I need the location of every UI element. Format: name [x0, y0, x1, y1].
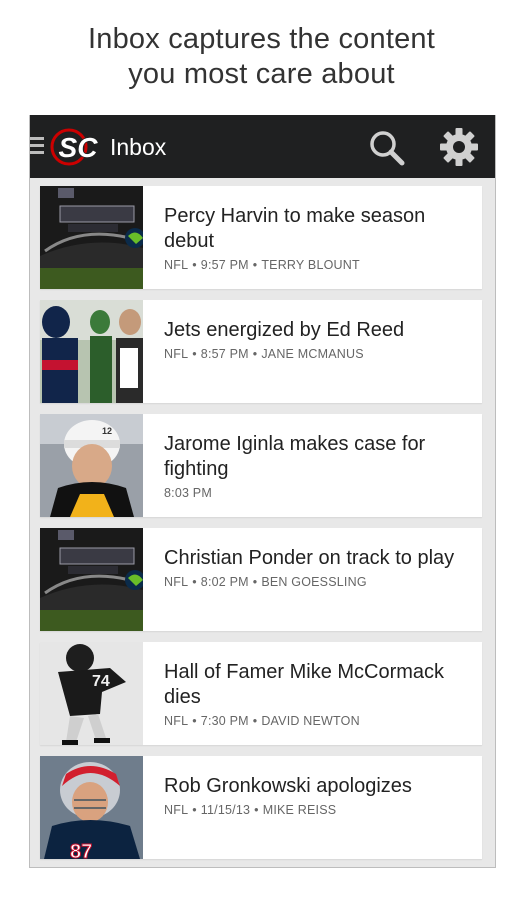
item-meta: 8:03 PM	[164, 485, 472, 502]
item-league: NFL	[164, 347, 189, 361]
app-title: Inbox	[110, 134, 167, 160]
sportscenter-logo[interactable]: SC	[48, 128, 108, 166]
item-time: 8:03 PM	[164, 486, 212, 500]
list-item[interactable]: 74 Hall of Famer Mike McCormack dies NFL…	[40, 642, 482, 745]
app-bar: SC Inbox	[30, 115, 495, 178]
item-league: NFL	[164, 575, 189, 589]
meta-separator: •	[192, 803, 197, 817]
patriots-player-thumbnail: 87	[40, 756, 143, 859]
headline-line-1: Inbox captures the content	[88, 23, 435, 55]
item-author: DAVID NEWTON	[261, 714, 360, 728]
item-time: 11/15/13	[200, 803, 251, 817]
list-item[interactable]: Christian Ponder on track to play NFL • 8:…	[40, 528, 482, 631]
meta-separator: •	[252, 347, 258, 361]
list-item[interactable]: Jets energized by Ed Reed NFL • 8:57 PM • JA…	[40, 300, 482, 403]
item-title: Jarome Iginla makes case for fighting	[164, 433, 426, 480]
countdown-daily-thumbnail	[40, 186, 143, 289]
meta-separator: •	[252, 714, 258, 728]
item-author: TERRY BLOUNT	[261, 258, 360, 272]
item-title: Jets energized by Ed Reed	[164, 319, 405, 341]
item-league: NFL	[164, 258, 189, 272]
gear-icon[interactable]	[439, 127, 479, 167]
meta-separator: •	[252, 575, 258, 589]
item-title: Christian Ponder on track to play	[164, 547, 455, 569]
marketing-headline: Inbox captures the content you most care…	[0, 22, 523, 92]
item-meta: NFL • 8:02 PM • BEN GOESSLING	[164, 574, 472, 591]
svg-text:74: 74	[92, 673, 110, 690]
item-league: NFL	[164, 714, 189, 728]
item-meta: NFL • 11/15/13 • MIKE REISS	[164, 802, 472, 819]
list-item[interactable]: 87 Rob Gronkowski apologizes NFL • 11/15/1…	[40, 756, 482, 859]
item-title: Percy Harvin to make season debut	[164, 205, 426, 252]
item-meta: NFL • 7:30 PM • DAVID NEWTON	[164, 713, 472, 730]
meta-separator: •	[192, 575, 197, 589]
inbox-list: Percy Harvin to make season debut NFL • 9:…	[40, 186, 482, 867]
item-author: JANE MCMANUS	[261, 347, 364, 361]
headline-line-2: you most care about	[128, 58, 395, 90]
item-title: Hall of Famer Mike McCormack dies	[164, 661, 445, 708]
svg-text:87: 87	[70, 841, 92, 859]
svg-text:12: 12	[102, 426, 112, 436]
item-time: 7:30 PM	[200, 714, 249, 728]
meta-separator: •	[192, 714, 197, 728]
football-players-thumbnail	[40, 300, 143, 403]
item-author: MIKE REISS	[262, 803, 337, 817]
list-item[interactable]: 12 Jarome Iginla makes case for fighting…	[40, 414, 482, 517]
meta-separator: •	[192, 258, 197, 272]
list-item[interactable]: Percy Harvin to make season debut NFL • 9:…	[40, 186, 482, 289]
item-meta: NFL • 8:57 PM • JANE MCMANUS	[164, 346, 472, 363]
item-author: BEN GOESSLING	[261, 575, 367, 589]
vintage-player-thumbnail: 74	[40, 642, 143, 745]
hockey-player-thumbnail: 12	[40, 414, 143, 517]
phone-screen: SC Inbox Percy Harvin to make season deb…	[29, 115, 496, 868]
item-time: 9:57 PM	[200, 258, 249, 272]
item-meta: NFL • 9:57 PM • TERRY BLOUNT	[164, 257, 472, 274]
item-title: Rob Gronkowski apologizes	[164, 775, 412, 797]
item-league: NFL	[164, 803, 189, 817]
countdown-daily-thumbnail	[40, 528, 143, 631]
item-time: 8:57 PM	[200, 347, 249, 361]
svg-text:SC: SC	[59, 132, 99, 163]
menu-icon[interactable]	[30, 137, 44, 155]
item-time: 8:02 PM	[200, 575, 249, 589]
meta-separator: •	[254, 803, 259, 817]
meta-separator: •	[192, 347, 197, 361]
meta-separator: •	[252, 258, 258, 272]
search-icon[interactable]	[367, 128, 407, 168]
